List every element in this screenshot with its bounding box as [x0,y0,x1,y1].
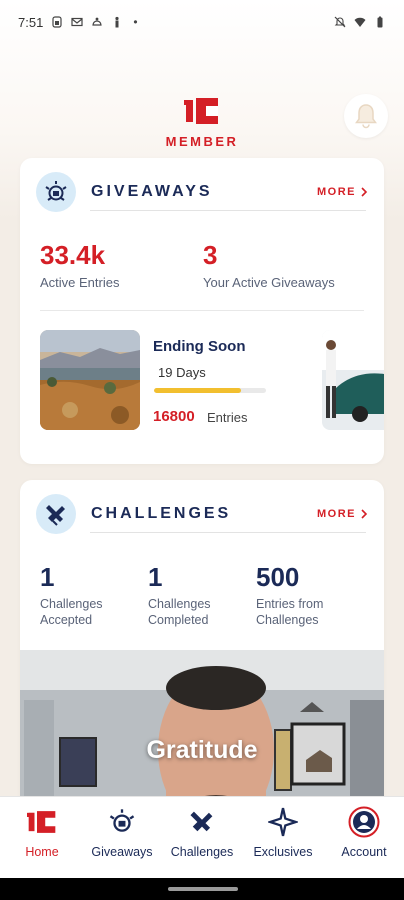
nav-label-home: Home [25,845,59,859]
bottom-navigation: Home Giveaways Challenges Exclusives Acc… [0,796,404,878]
entries-from-challenges-value: 500 [256,562,300,592]
giveaway-entries-label: Entries [207,410,248,425]
nav-label-exclusives: Exclusives [253,845,313,859]
brand-logo-icon [184,98,218,124]
battery-icon [377,16,383,28]
bell-icon [355,104,377,129]
challenges-card: CHALLENGES MORE 1 Challenges Accepted 1 … [20,480,384,810]
nav-label-giveaways: Giveaways [91,845,153,859]
challenges-card-icon [36,494,76,534]
nav-item-challenges[interactable]: Challenges [162,805,242,861]
active-entries-value: 33.4k [40,240,106,270]
giveaway-title: Ending Soon [153,338,246,355]
giveaways-icon [105,805,139,839]
more-label: MORE [317,186,356,198]
notifications-button[interactable] [344,94,388,138]
challenges-completed-label: Challenges Completed [148,597,211,627]
giveaway-thumbnail-next[interactable] [322,330,384,430]
giveaways-icon [45,181,67,201]
giveaways-card-header: GIVEAWAYS MORE [36,172,368,212]
giveaway-entries-value: 16800 [153,408,195,425]
challenges-card-header: CHALLENGES MORE [36,494,368,534]
giveaways-header-divider [90,210,366,211]
giveaways-title: GIVEAWAYS [91,183,213,200]
nav-item-exclusives[interactable]: Exclusives [243,805,323,861]
status-right [334,16,386,28]
giveaway-progress-fill [154,388,242,393]
challenges-icon [185,805,219,839]
android-icon [92,17,102,26]
wifi-icon [354,17,366,27]
car-image [322,330,384,430]
mute-icon [334,16,346,28]
home-gesture-handle[interactable] [168,887,238,891]
giveaways-card: GIVEAWAYS MORE 33.4k Active Entries 3 Yo… [20,158,384,464]
more-label: MORE [317,508,356,520]
landscape-image [40,330,140,430]
nav-item-home[interactable]: Home [2,805,82,861]
nav-item-giveaways[interactable]: Giveaways [82,805,162,861]
challenges-completed-value: 1 [148,562,163,592]
challenges-title: CHALLENGES [91,505,232,522]
nav-item-account[interactable]: Account [324,805,404,861]
giveaways-more-link[interactable]: MORE [317,186,368,198]
nav-label-account: Account [341,845,387,859]
challenges-icon [46,505,65,526]
challenges-accepted-label: Challenges Accepted [40,597,103,627]
account-icon [347,805,381,839]
your-active-giveaways-value: 3 [203,240,218,270]
exclusives-icon [266,805,300,839]
giveaway-days-left: 19 Days [158,365,206,380]
system-gesture-bar [0,878,404,900]
home-logo-icon [25,805,59,839]
logo-text: MEMBER [165,134,239,149]
status-bar: 7:51 • [0,0,404,44]
entries-from-challenges-label: Entries from Challenges [256,597,324,627]
giveaways-card-icon [36,172,76,212]
status-time: 7:51 [18,14,44,30]
member-logo: MEMBER [166,96,238,156]
sim-icon [52,16,62,28]
giveaways-stats-divider [40,310,364,311]
video-title: Gratitude [146,736,258,764]
challenges-header-divider [90,532,366,533]
giveaway-progress-bar [154,388,266,393]
active-entries-label: Active Entries [40,275,120,290]
giveaway-thumbnail[interactable] [40,330,140,430]
challenge-video[interactable]: Gratitude [20,650,384,810]
status-left: 7:51 • [18,15,138,30]
gmail-icon [71,17,83,27]
nav-label-challenges: Challenges [170,845,234,859]
your-active-giveaways-label: Your Active Giveaways [203,275,335,290]
chevron-right-icon [361,187,368,197]
accessibility-icon [115,16,119,28]
chevron-right-icon [361,509,368,519]
status-dot: • [133,15,138,29]
video-thumbnail-image [20,650,384,810]
challenges-accepted-value: 1 [40,562,55,592]
challenges-more-link[interactable]: MORE [317,508,368,520]
